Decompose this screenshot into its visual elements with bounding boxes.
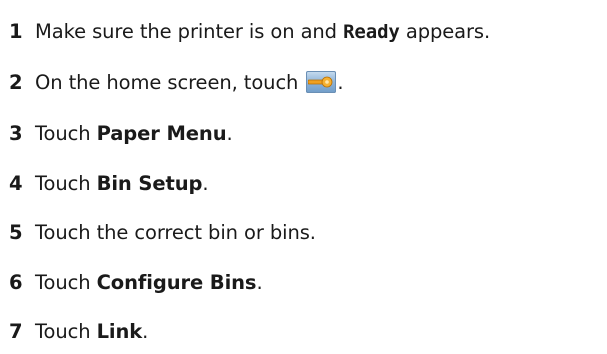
step-7: 7 Touch Link. bbox=[9, 319, 148, 345]
step-number: 2 bbox=[9, 71, 23, 94]
step-text: Touch bbox=[35, 122, 97, 145]
step-text-end: appears. bbox=[399, 20, 491, 43]
settings-key-icon bbox=[306, 71, 337, 93]
status-code-text: Ready bbox=[343, 21, 400, 43]
menu-item-name: Link bbox=[96, 320, 143, 343]
menu-item-name: Configure Bins bbox=[96, 271, 257, 294]
menu-item-name: Bin Setup bbox=[96, 172, 203, 195]
step-text-end: . bbox=[256, 271, 263, 294]
step-number: 5 bbox=[9, 221, 23, 244]
step-6: 6 Touch Configure Bins. bbox=[9, 270, 263, 296]
step-3: 3 Touch Paper Menu. bbox=[9, 121, 233, 147]
step-5: 5 Touch the correct bin or bins. bbox=[9, 220, 316, 246]
step-text: Touch bbox=[35, 320, 97, 343]
step-text-end: . bbox=[142, 320, 149, 343]
step-number: 7 bbox=[9, 320, 23, 343]
step-2: 2 On the home screen, touch . bbox=[9, 70, 344, 96]
step-text: Make sure the printer is on and bbox=[35, 20, 344, 43]
step-text: On the home screen, touch bbox=[35, 71, 305, 94]
step-4: 4 Touch Bin Setup. bbox=[9, 171, 209, 197]
step-1: 1 Make sure the printer is on and Ready a… bbox=[9, 19, 490, 45]
step-text: Touch bbox=[35, 172, 97, 195]
step-text: Touch the correct bin or bins. bbox=[35, 221, 316, 244]
step-number: 4 bbox=[9, 172, 23, 195]
menu-item-name: Paper Menu bbox=[96, 122, 227, 145]
step-text-end: . bbox=[202, 172, 209, 195]
step-number: 1 bbox=[9, 20, 23, 43]
step-number: 3 bbox=[9, 122, 23, 145]
step-text: Touch bbox=[35, 271, 97, 294]
step-number: 6 bbox=[9, 271, 23, 294]
step-text-end: . bbox=[226, 122, 233, 145]
instruction-steps: 1 Make sure the printer is on and Ready a… bbox=[0, 0, 607, 354]
step-text-end: . bbox=[337, 71, 344, 94]
